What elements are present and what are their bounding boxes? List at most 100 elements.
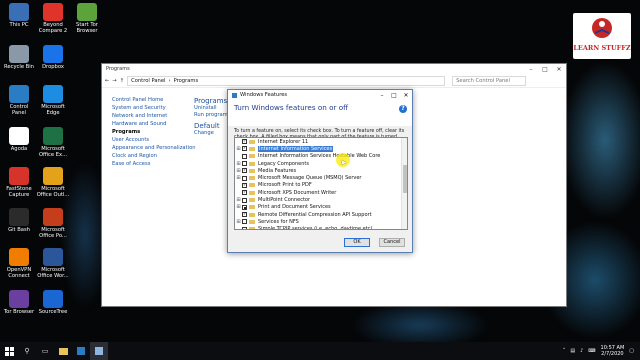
feature-row[interactable]: ⊞ MultiPoint Connector (235, 196, 407, 203)
minimize-button[interactable]: – (524, 66, 538, 73)
feature-checkbox[interactable] (242, 212, 247, 218)
feature-label: Internet Information Services Hostable W… (258, 153, 381, 160)
feature-row[interactable]: Internet Explorer 11 (235, 138, 407, 145)
feature-row[interactable]: ⊞ Legacy Components (235, 160, 407, 167)
desktop-icon[interactable]: Recycle Bin (2, 45, 36, 70)
feature-checkbox[interactable] (242, 197, 247, 203)
change-link[interactable]: Change (194, 130, 230, 137)
expand-icon[interactable]: ⊞ (235, 219, 242, 225)
folder-icon (249, 227, 255, 229)
scrollbar-thumb[interactable] (403, 165, 407, 193)
feature-checkbox[interactable] (242, 190, 247, 196)
dialog-minimize-button[interactable]: – (376, 92, 388, 99)
programs-heading[interactable]: Programs (194, 98, 230, 105)
feature-row[interactable]: Microsoft Print to PDF (235, 182, 407, 189)
nav-item[interactable]: Ease of Access (112, 160, 196, 168)
expand-icon[interactable]: ⊞ (235, 146, 242, 152)
run-programs-link[interactable]: Run programs (194, 112, 230, 119)
desktop-icon[interactable]: Microsoft Office Po... (36, 208, 70, 239)
feature-checkbox[interactable] (242, 168, 247, 174)
file-explorer-icon[interactable] (54, 342, 72, 360)
task-view-icon[interactable]: ▭ (36, 342, 54, 360)
volume-icon[interactable]: ♪ (580, 348, 583, 354)
desktop-icon[interactable]: Git Bash (2, 208, 36, 233)
feature-row[interactable]: Internet Information Services Hostable W… (235, 153, 407, 160)
uninstall-link[interactable]: Uninstall (194, 105, 230, 112)
expand-icon[interactable]: ⊞ (235, 175, 242, 181)
feature-row[interactable]: Microsoft XPS Document Writer (235, 189, 407, 196)
expand-icon[interactable]: ⊞ (235, 168, 242, 174)
maximize-button[interactable]: □ (538, 66, 552, 73)
desktop-icon[interactable]: FastStone Capture (2, 167, 36, 198)
feature-row[interactable]: Simple TCPIP services (i.e. echo, daytim… (235, 226, 407, 229)
default-programs-heading[interactable]: Default (194, 123, 230, 130)
tree-scrollbar[interactable] (401, 138, 407, 229)
up-arrow-icon[interactable]: ↑ (120, 78, 124, 84)
feature-checkbox[interactable] (242, 146, 247, 152)
start-button[interactable] (0, 342, 18, 360)
control-panel-taskbar-icon[interactable] (90, 342, 108, 360)
nav-item[interactable]: Network and Internet (112, 112, 196, 120)
desktop-icon[interactable]: Tor Browser (2, 290, 36, 315)
desktop-icon[interactable]: OpenVPN Connect (2, 248, 36, 279)
nav-item[interactable]: User Accounts (112, 136, 196, 144)
nav-item[interactable]: System and Security (112, 104, 196, 112)
desktop-icon[interactable]: Beyond Compare 2 (36, 3, 70, 34)
nav-item[interactable]: Appearance and Personalization (112, 144, 196, 152)
search-icon[interactable]: ⚲ (18, 342, 36, 360)
keyboard-icon[interactable]: ⌨ (588, 348, 595, 354)
nav-item[interactable]: Control Panel Home (112, 96, 196, 104)
nav-item[interactable]: Programs (112, 128, 196, 136)
cancel-button[interactable]: Cancel (379, 238, 405, 247)
desktop-icon-label: Beyond Compare 2 (38, 22, 68, 34)
ok-button[interactable]: OK (344, 238, 370, 247)
close-button[interactable]: ✕ (552, 66, 566, 73)
desktop-icon[interactable]: Control Panel (2, 85, 36, 116)
breadcrumb[interactable]: Control Panel › Programs (127, 75, 446, 86)
desktop-icon[interactable]: Microsoft Edge (36, 85, 70, 116)
notifications-icon[interactable]: ▢ (629, 348, 634, 354)
expand-icon[interactable]: ⊞ (235, 204, 242, 210)
desktop-icon[interactable]: Microsoft Office Outl... (36, 167, 70, 198)
feature-row[interactable]: ⊞ Media Features (235, 167, 407, 174)
feature-checkbox[interactable] (242, 182, 247, 188)
nav-item[interactable]: Clock and Region (112, 152, 196, 160)
forward-arrow-icon[interactable]: → (112, 78, 116, 84)
feature-checkbox[interactable] (242, 139, 247, 145)
clock[interactable]: 10:57 AM 2/7/2020 (601, 345, 625, 357)
desktop-icon[interactable]: Dropbox (36, 45, 70, 70)
breadcrumb-item[interactable]: Programs (174, 78, 199, 84)
dialog-maximize-button[interactable]: □ (388, 92, 400, 99)
taskbar-app-icon[interactable] (72, 342, 90, 360)
desktop-icon[interactable]: SourceTree (36, 290, 70, 315)
feature-row[interactable]: ⊞ Services for NFS (235, 218, 407, 225)
logo-text: LEARN STUFFZ (573, 44, 631, 52)
feature-row[interactable]: Remote Differential Compression API Supp… (235, 211, 407, 218)
desktop-icon[interactable]: This PC (2, 3, 36, 28)
chevron-up-icon[interactable]: ˄ (563, 348, 566, 354)
desktop-icon[interactable]: Start Tor Browser (70, 3, 104, 34)
desktop-icon[interactable]: Microsoft Office Ex... (36, 127, 70, 158)
feature-label: Microsoft XPS Document Writer (258, 189, 337, 196)
breadcrumb-item[interactable]: Control Panel (131, 78, 165, 84)
search-input[interactable]: Search Control Panel (452, 75, 527, 86)
feature-checkbox[interactable] (242, 219, 247, 225)
desktop-icon[interactable]: Agoda (2, 127, 36, 152)
network-icon[interactable]: ▤ (570, 348, 575, 354)
feature-checkbox[interactable] (242, 153, 247, 159)
feature-row[interactable]: ⊞ Microsoft Message Queue (MSMQ) Server (235, 174, 407, 181)
expand-icon[interactable]: ⊞ (235, 161, 242, 167)
feature-row[interactable]: ⊞ Internet Information Services (235, 145, 407, 152)
nav-item[interactable]: Hardware and Sound (112, 120, 196, 128)
feature-checkbox[interactable] (242, 175, 247, 181)
control-panel-titlebar: Programs – □ ✕ (102, 64, 566, 74)
feature-row[interactable]: ⊞ Print and Document Services (235, 204, 407, 211)
feature-checkbox[interactable] (242, 161, 247, 167)
back-arrow-icon[interactable]: ← (105, 78, 109, 84)
expand-icon[interactable]: ⊞ (235, 197, 242, 203)
feature-checkbox[interactable] (242, 204, 247, 210)
desktop-icon[interactable]: Microsoft Office Wor... (36, 248, 70, 279)
dialog-close-button[interactable]: ✕ (400, 92, 412, 99)
help-icon[interactable]: ? (399, 105, 407, 113)
feature-checkbox[interactable] (242, 226, 247, 229)
